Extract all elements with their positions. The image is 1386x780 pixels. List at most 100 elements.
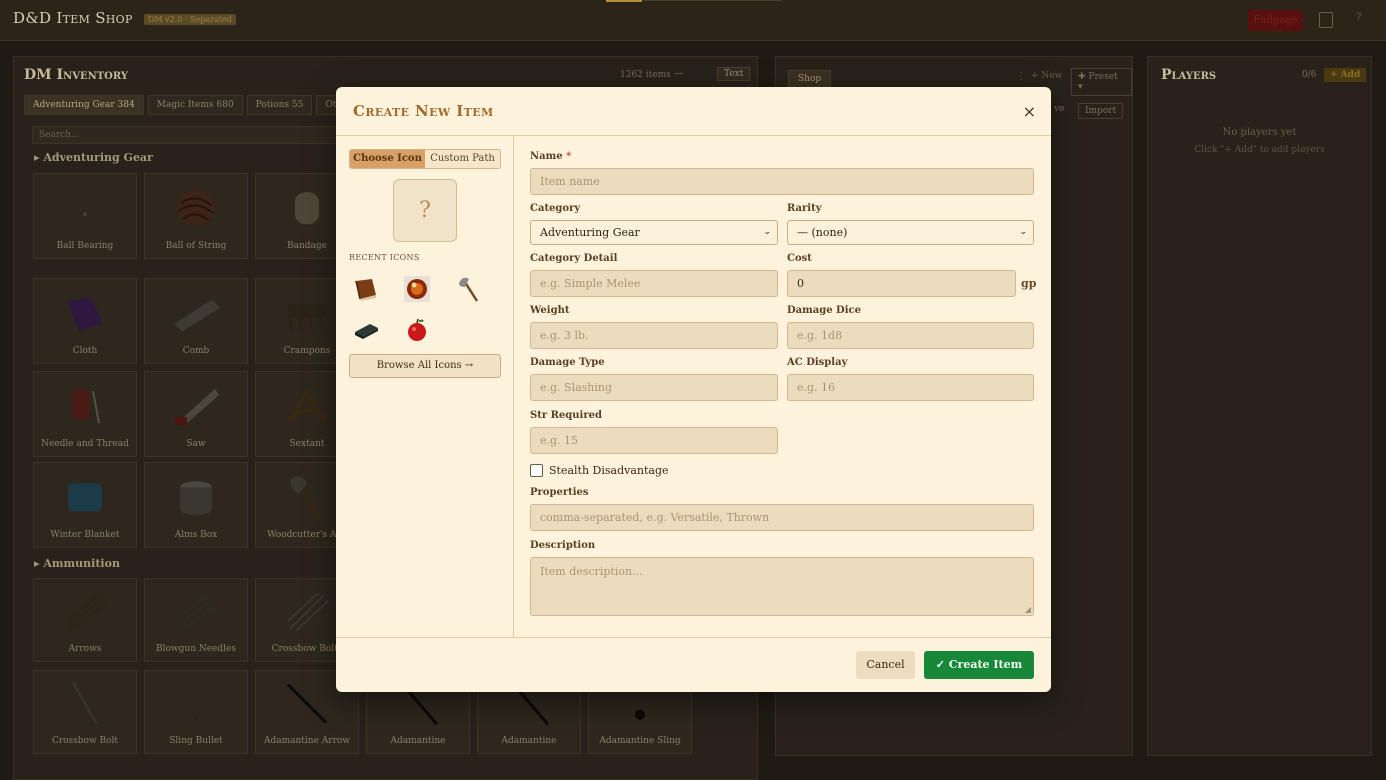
modal-header: Create New Item × bbox=[336, 87, 1051, 136]
item-label: Adamantine Sling bbox=[599, 736, 681, 746]
item-label: Adamantine bbox=[390, 736, 446, 746]
tab-magic-items[interactable]: Magic Items 680 bbox=[147, 95, 243, 115]
properties-input[interactable]: comma-separated, e.g. Versatile, Thrown bbox=[530, 504, 1034, 531]
section-title: Adventuring Gear bbox=[43, 151, 153, 164]
add-player-button[interactable]: + Add bbox=[1324, 68, 1367, 82]
tab-count: 55 bbox=[291, 100, 304, 110]
document-icon[interactable] bbox=[1319, 12, 1333, 28]
cost-input[interactable]: 0 bbox=[787, 270, 1016, 297]
whetstone-icon[interactable] bbox=[352, 316, 380, 344]
item-card[interactable]: Needle and Thread bbox=[33, 371, 137, 457]
section-ammunition[interactable]: ▸ Ammunition bbox=[34, 557, 120, 570]
modal-title: Create New Item bbox=[353, 102, 494, 120]
winter-blanket-icon bbox=[60, 475, 110, 523]
damage-type-input[interactable]: e.g. Slashing bbox=[530, 374, 778, 401]
choose-icon-tab[interactable]: Choose Icon bbox=[350, 150, 425, 168]
create-item-button[interactable]: ✓ Create Item bbox=[924, 651, 1034, 679]
tab-adventuring-gear[interactable]: Adventuring Gear 384 bbox=[24, 95, 144, 115]
required-marker: * bbox=[566, 151, 572, 162]
item-label: Cloth bbox=[72, 346, 98, 356]
damage-dice-input[interactable]: e.g. 1d8 bbox=[787, 322, 1034, 349]
book-icon[interactable] bbox=[352, 275, 380, 303]
save-button[interactable]: ve bbox=[1054, 104, 1064, 114]
item-label: Adamantine Arrow bbox=[263, 736, 351, 746]
item-card[interactable]: Saw bbox=[144, 371, 248, 457]
alms-box-icon bbox=[174, 475, 218, 523]
stealth-disadvantage-checkbox[interactable] bbox=[530, 464, 543, 477]
resize-grip-icon[interactable]: ◢ bbox=[1025, 605, 1031, 614]
section-adventuring-gear[interactable]: ▸ Adventuring Gear bbox=[34, 151, 153, 164]
item-label: Alms Box bbox=[174, 530, 218, 540]
tab-count: 384 bbox=[117, 100, 135, 110]
category-detail-input[interactable]: e.g. Simple Melee bbox=[530, 270, 778, 297]
close-icon[interactable]: × bbox=[1023, 102, 1036, 121]
damage-dice-label: Damage Dice bbox=[787, 305, 861, 316]
ac-display-label: AC Display bbox=[787, 357, 848, 368]
more-options-icon[interactable]: ⋮ bbox=[1016, 71, 1026, 82]
apple-icon[interactable] bbox=[403, 316, 431, 344]
item-card[interactable]: Arrows bbox=[33, 578, 137, 662]
modal-footer: Cancel ✓ Create Item bbox=[336, 637, 1051, 692]
damage-type-label: Damage Type bbox=[530, 357, 605, 368]
item-card[interactable]: Cloth bbox=[33, 278, 137, 364]
item-card[interactable]: Ball of String bbox=[144, 173, 248, 259]
item-card[interactable]: Blowgun Needles bbox=[144, 578, 248, 662]
weight-input[interactable]: e.g. 3 lb. bbox=[530, 322, 778, 349]
chevron-down-icon: ⌄ bbox=[763, 227, 771, 237]
description-textarea[interactable]: Item description... ◢ bbox=[530, 557, 1034, 616]
crampons-icon bbox=[282, 294, 332, 338]
version-badge: DM v2.0 · Separated bbox=[144, 14, 236, 25]
name-input[interactable]: Item name bbox=[530, 168, 1034, 195]
custom-path-tab[interactable]: Custom Path bbox=[425, 150, 500, 168]
item-card[interactable]: Sling Bullet bbox=[144, 670, 248, 754]
players-panel: Players 0/6 + Add No players yet Click "… bbox=[1147, 56, 1372, 756]
tab-label: Magic Items bbox=[156, 100, 214, 110]
preset-button[interactable]: ✚ Preset ▾ bbox=[1071, 68, 1132, 96]
arrows-icon bbox=[60, 589, 110, 639]
item-card[interactable]: Winter Blanket bbox=[33, 462, 137, 548]
item-card[interactable]: Comb bbox=[144, 278, 248, 364]
help-button[interactable]: ? bbox=[1356, 12, 1361, 23]
browse-all-icons-button[interactable]: Browse All Icons → bbox=[349, 354, 501, 378]
tab-potions[interactable]: Potions 55 bbox=[246, 95, 313, 115]
recent-icons-label: RECENT ICONS bbox=[349, 253, 420, 262]
cancel-button[interactable]: Cancel bbox=[856, 651, 915, 679]
icon-source-toggle: Choose Icon Custom Path bbox=[349, 149, 501, 169]
str-required-input[interactable]: e.g. 15 bbox=[530, 427, 778, 454]
category-label: Category bbox=[530, 203, 581, 214]
category-select[interactable]: Adventuring Gear ⌄ bbox=[530, 220, 778, 245]
comb-icon bbox=[170, 294, 222, 338]
cost-label: Cost bbox=[787, 253, 812, 264]
cloth-icon bbox=[61, 291, 109, 339]
rarity-select[interactable]: — (none) ⌄ bbox=[787, 220, 1034, 245]
icon-preview[interactable]: ? bbox=[393, 179, 457, 242]
item-label: Crossbow Bolt bbox=[51, 736, 119, 746]
orb-icon[interactable] bbox=[403, 275, 431, 303]
axe-icon[interactable] bbox=[455, 275, 483, 303]
item-card[interactable]: Crossbow Bolt bbox=[33, 670, 137, 754]
name-label: Name * bbox=[530, 151, 571, 162]
inventory-search-input[interactable]: Search... bbox=[32, 126, 342, 144]
category-detail-label: Category Detail bbox=[530, 253, 618, 264]
str-required-label: Str Required bbox=[530, 410, 602, 421]
stealth-disadvantage-label[interactable]: Stealth Disadvantage bbox=[549, 464, 669, 477]
fullpage-button[interactable]: Fullpage bbox=[1248, 10, 1303, 31]
needle-and-thread-icon bbox=[65, 383, 105, 433]
inventory-count: 1262 items bbox=[620, 70, 671, 80]
new-shop-button[interactable]: + New bbox=[1031, 71, 1062, 81]
adamantine-arrow-icon bbox=[282, 679, 332, 733]
item-card[interactable]: Alms Box bbox=[144, 462, 248, 548]
ball-bearing-icon bbox=[80, 204, 90, 223]
sling-bullet-icon bbox=[181, 685, 211, 729]
item-card[interactable]: Ball Bearing bbox=[33, 173, 137, 259]
tab-shop[interactable]: Shop bbox=[788, 70, 832, 88]
top-bar: D&D Item Shop DM v2.0 · Separated Fullpa… bbox=[0, 0, 1386, 41]
collapse-button[interactable]: — bbox=[674, 68, 684, 79]
ac-display-input[interactable]: e.g. 16 bbox=[787, 374, 1034, 401]
item-label: Comb bbox=[182, 346, 210, 356]
tab-count: 680 bbox=[216, 100, 234, 110]
import-button[interactable]: Import bbox=[1078, 103, 1124, 119]
players-title: Players bbox=[1161, 67, 1217, 83]
tab-label: Potions bbox=[255, 100, 290, 110]
text-view-button[interactable]: Text bbox=[717, 67, 751, 81]
